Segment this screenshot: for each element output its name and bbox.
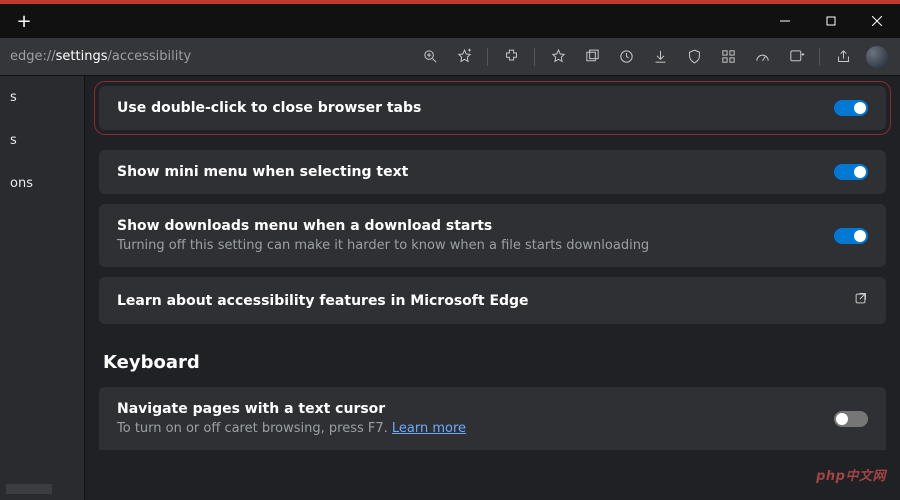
external-link-icon: [853, 291, 868, 310]
setting-mini-menu: Show mini menu when selecting text: [99, 150, 886, 194]
url-prefix: edge://: [10, 49, 56, 64]
addpage-icon[interactable]: [781, 42, 811, 72]
titlebar: +: [0, 4, 900, 38]
performance-icon[interactable]: [747, 42, 777, 72]
url-display[interactable]: edge://settings/accessibility: [8, 49, 191, 64]
minimize-button[interactable]: [762, 4, 808, 38]
sidebar-item[interactable]: s: [0, 125, 84, 156]
shield-icon[interactable]: [679, 42, 709, 72]
setting-learn-accessibility[interactable]: Learn about accessibility features in Mi…: [99, 277, 886, 324]
settings-sidebar: s s ons: [0, 76, 85, 500]
watermark-text: php中文网: [816, 465, 886, 484]
avatar-icon: [866, 46, 888, 68]
toggle-mini-menu[interactable]: [834, 164, 868, 180]
toggle-downloads-menu[interactable]: [834, 228, 868, 244]
setting-title: Learn about accessibility features in Mi…: [117, 293, 833, 309]
address-bar-row: edge://settings/accessibility: [0, 38, 900, 76]
setting-title: Use double-click to close browser tabs: [117, 100, 814, 116]
sidebar-footer: [6, 484, 52, 494]
close-button[interactable]: [854, 4, 900, 38]
toolbar: [415, 42, 892, 72]
toolbar-separator: [819, 48, 820, 66]
setting-title: Show downloads menu when a download star…: [117, 218, 814, 234]
learn-more-link[interactable]: Learn more: [392, 421, 466, 436]
apps-icon[interactable]: [713, 42, 743, 72]
new-tab-button[interactable]: +: [10, 7, 38, 35]
downloads-icon[interactable]: [645, 42, 675, 72]
sidebar-item[interactable]: ons: [0, 168, 84, 199]
extensions-icon[interactable]: [496, 42, 526, 72]
history-icon[interactable]: [611, 42, 641, 72]
settings-main: Use double-click to close browser tabs S…: [85, 76, 900, 500]
url-host: settings: [56, 49, 108, 64]
section-keyboard-header: Keyboard: [103, 352, 886, 373]
toolbar-separator: [487, 48, 488, 66]
favorite-add-icon[interactable]: [449, 42, 479, 72]
setting-subtitle: Turning off this setting can make it har…: [117, 238, 814, 253]
setting-double-click-close: Use double-click to close browser tabs: [99, 86, 886, 130]
url-path: /accessibility: [107, 49, 191, 64]
toolbar-separator: [534, 48, 535, 66]
setting-subtitle-text: To turn on or off caret browsing, press …: [117, 421, 392, 436]
maximize-button[interactable]: [808, 4, 854, 38]
share-icon[interactable]: [828, 42, 858, 72]
setting-subtitle: To turn on or off caret browsing, press …: [117, 421, 814, 436]
setting-title: Show mini menu when selecting text: [117, 164, 814, 180]
favorites-icon[interactable]: [543, 42, 573, 72]
zoom-icon[interactable]: [415, 42, 445, 72]
setting-caret-browsing: Navigate pages with a text cursor To tur…: [99, 387, 886, 450]
settings-scroll[interactable]: Use double-click to close browser tabs S…: [99, 76, 886, 450]
window-controls: [762, 4, 900, 38]
toggle-caret-browsing[interactable]: [834, 411, 868, 427]
profile-avatar[interactable]: [862, 42, 892, 72]
tab-strip: +: [0, 4, 38, 38]
toggle-double-click-close[interactable]: [834, 100, 868, 116]
collections-icon[interactable]: [577, 42, 607, 72]
content-area: s s ons Use double-click to close browse…: [0, 76, 900, 500]
setting-downloads-menu: Show downloads menu when a download star…: [99, 204, 886, 267]
setting-title: Navigate pages with a text cursor: [117, 401, 814, 417]
sidebar-item[interactable]: s: [0, 82, 84, 113]
